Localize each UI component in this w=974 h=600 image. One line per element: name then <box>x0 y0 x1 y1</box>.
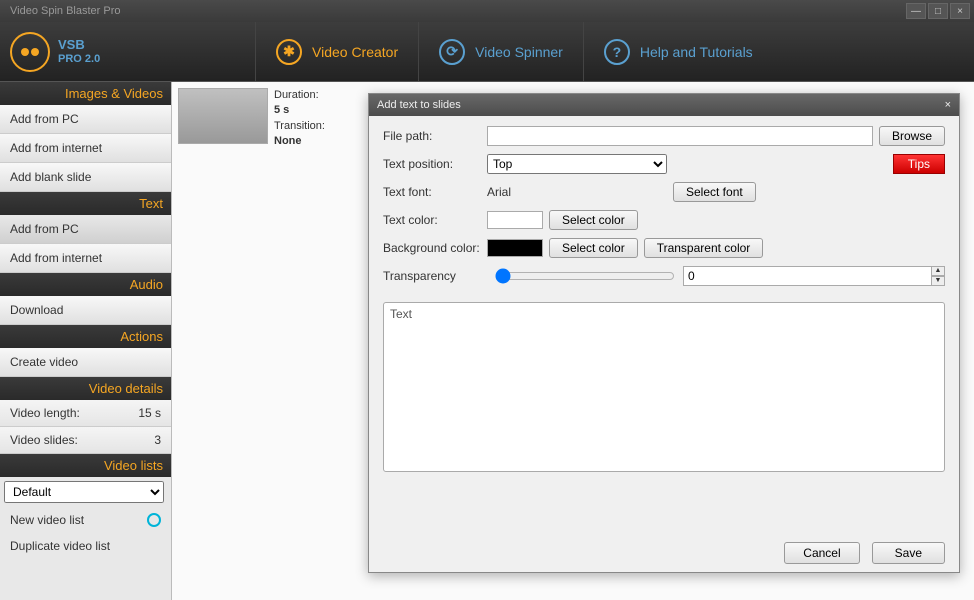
sidebar-audio-download[interactable]: Download <box>0 296 171 325</box>
transition-label: Transition: <box>274 119 325 134</box>
transparent-color-button[interactable]: Transparent color <box>644 238 764 258</box>
bgcolor-label: Background color: <box>383 241 487 255</box>
nav-help[interactable]: ? Help and Tutorials <box>583 22 773 81</box>
textarea-label: Text <box>384 303 944 325</box>
transparency-slider[interactable] <box>495 268 675 284</box>
video-slides-label: Video slides: <box>10 433 78 447</box>
section-video-details: Video details <box>0 377 171 400</box>
text-area-wrap[interactable]: Text <box>383 302 945 472</box>
select-bgcolor-button[interactable]: Select color <box>549 238 638 258</box>
window-title: Video Spin Blaster Pro <box>4 5 120 17</box>
tips-button[interactable]: Tips <box>893 154 945 174</box>
dialog-titlebar: Add text to slides × <box>369 94 959 116</box>
duplicate-video-list-label: Duplicate video list <box>10 539 110 553</box>
section-images-videos: Images & Videos <box>0 82 171 105</box>
section-video-lists: Video lists <box>0 454 171 477</box>
video-length-value: 15 s <box>138 406 161 420</box>
titlebar: Video Spin Blaster Pro — □ × <box>0 0 974 22</box>
dialog-close-icon[interactable]: × <box>945 99 951 111</box>
save-button[interactable]: Save <box>872 542 945 564</box>
select-font-button[interactable]: Select font <box>673 182 756 202</box>
video-length-label: Video length: <box>10 406 80 420</box>
sidebar-add-from-internet[interactable]: Add from internet <box>0 134 171 163</box>
textcolor-swatch <box>487 211 543 229</box>
cancel-button[interactable]: Cancel <box>784 542 859 564</box>
sidebar-add-blank-slide[interactable]: Add blank slide <box>0 163 171 192</box>
refresh-icon: ⟳ <box>439 39 465 65</box>
filepath-input[interactable] <box>487 126 873 146</box>
add-icon <box>147 513 161 527</box>
nav-video-creator[interactable]: ✱ Video Creator <box>255 22 418 81</box>
close-button[interactable]: × <box>950 3 970 19</box>
detail-video-length: Video length: 15 s <box>0 400 171 427</box>
logo-brand: VSB <box>58 38 100 52</box>
transparency-input[interactable] <box>683 266 932 286</box>
browse-button[interactable]: Browse <box>879 126 945 146</box>
nav-video-spinner[interactable]: ⟳ Video Spinner <box>418 22 583 81</box>
maximize-button[interactable]: □ <box>928 3 948 19</box>
textcolor-label: Text color: <box>383 213 487 227</box>
logo-icon <box>10 32 50 72</box>
logo-sub: PRO 2.0 <box>58 53 100 65</box>
spinner-up-icon[interactable]: ▲ <box>931 266 945 276</box>
sidebar-text-add-internet[interactable]: Add from internet <box>0 244 171 273</box>
slide-thumbnail[interactable] <box>178 88 268 144</box>
slide-thumbnail-area: Duration: 5 s Transition: None <box>178 88 325 150</box>
font-value: Arial <box>487 185 667 199</box>
detail-video-slides: Video slides: 3 <box>0 427 171 454</box>
filepath-label: File path: <box>383 129 487 143</box>
section-actions: Actions <box>0 325 171 348</box>
add-text-dialog: Add text to slides × File path: Browse T… <box>368 93 960 573</box>
sidebar-add-from-pc[interactable]: Add from PC <box>0 105 171 134</box>
navbar: VSB PRO 2.0 ✱ Video Creator ⟳ Video Spin… <box>0 22 974 82</box>
sidebar-text-add-pc[interactable]: Add from PC <box>0 215 171 244</box>
sidebar-create-video[interactable]: Create video <box>0 348 171 377</box>
spinner-down-icon[interactable]: ▼ <box>931 276 945 286</box>
duration-label: Duration: <box>274 88 325 103</box>
position-label: Text position: <box>383 157 487 171</box>
bgcolor-swatch <box>487 239 543 257</box>
nav-help-label: Help and Tutorials <box>640 44 753 60</box>
transition-value: None <box>274 135 302 147</box>
dialog-title-text: Add text to slides <box>377 99 461 111</box>
position-select[interactable]: Top <box>487 154 667 174</box>
nav-spinner-label: Video Spinner <box>475 44 563 60</box>
sidebar: Images & Videos Add from PC Add from int… <box>0 82 172 600</box>
font-label: Text font: <box>383 185 487 199</box>
gear-icon: ✱ <box>276 39 302 65</box>
new-video-list-label: New video list <box>10 513 84 527</box>
window-controls: — □ × <box>906 3 970 19</box>
section-text: Text <box>0 192 171 215</box>
video-slides-value: 3 <box>154 433 161 447</box>
app-logo: VSB PRO 2.0 <box>10 32 255 72</box>
video-list-select[interactable]: Default <box>4 481 164 503</box>
new-video-list[interactable]: New video list <box>0 507 171 533</box>
minimize-button[interactable]: — <box>906 3 926 19</box>
nav-creator-label: Video Creator <box>312 44 398 60</box>
transparency-label: Transparency <box>383 269 487 283</box>
section-audio: Audio <box>0 273 171 296</box>
duration-value: 5 s <box>274 104 289 116</box>
help-icon: ? <box>604 39 630 65</box>
duplicate-video-list[interactable]: Duplicate video list <box>0 533 171 559</box>
select-textcolor-button[interactable]: Select color <box>549 210 638 230</box>
slide-properties: Duration: 5 s Transition: None <box>274 88 325 150</box>
